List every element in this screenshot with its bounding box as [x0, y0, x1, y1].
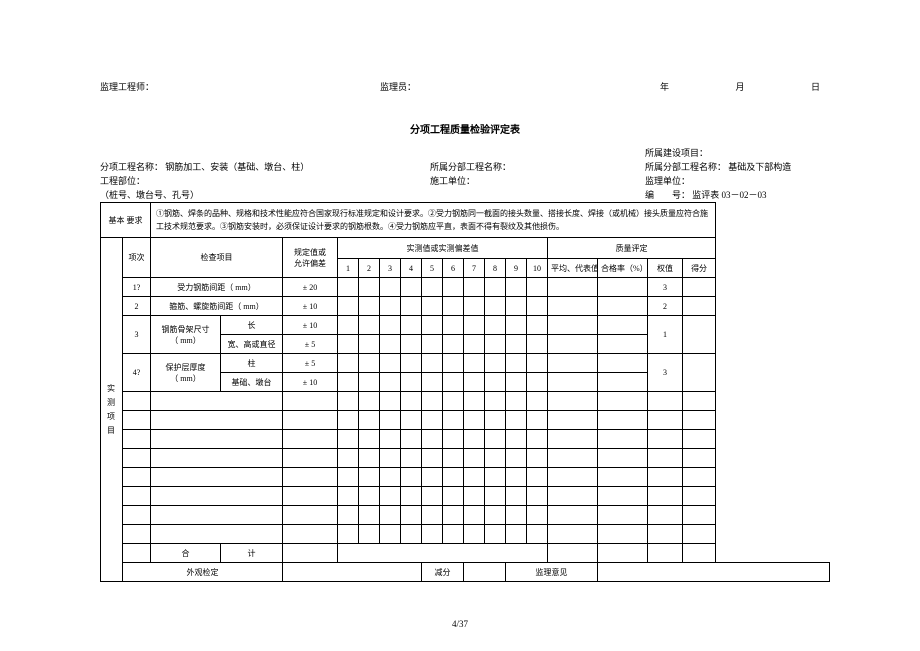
engineer-label: 监理工程师：: [100, 80, 380, 93]
sum-ji: 计: [221, 544, 283, 563]
cell-item: 受力钢筋间距（ mm）: [151, 278, 283, 297]
meta-block: 所属建设项目： 分项工程名称： 钢筋加工、安装（基础、墩台、柱） 所属分部工程名…: [100, 146, 830, 202]
bottom-visual: 外观检定: [123, 563, 283, 582]
part2-label: 所属分部工程名称：: [645, 162, 726, 172]
table-row: 1? 受力钢筋间距（ mm） ± 20 3: [101, 278, 830, 297]
hdr-c3: 3: [380, 259, 401, 278]
code-value: 监评表 03－02－03: [692, 190, 766, 200]
hdr-qual: 质量评定: [548, 238, 716, 259]
cell-idx: 1?: [123, 278, 151, 297]
cell-tol: ± 10: [283, 316, 338, 335]
hdr-avg: 平均、代表值: [548, 259, 598, 278]
hdr-idx: 项次: [123, 238, 151, 278]
table-row: [101, 392, 830, 411]
table-row: [101, 430, 830, 449]
part-label: 所属分部工程名称：: [430, 160, 645, 174]
hdr-c2: 2: [359, 259, 380, 278]
table-row: 3 钢筋骨架尺寸 （ mm） 长 ± 10 1: [101, 316, 830, 335]
table-row: 2 箍筋、螺旋筋间距（ mm） ± 10 2: [101, 297, 830, 316]
sum-he: 合: [151, 544, 221, 563]
table-row: [101, 525, 830, 544]
cell-sub: 基础、墩台: [221, 373, 283, 392]
bottom-deduct: 减分: [422, 563, 464, 582]
cell-sub: 柱: [221, 354, 283, 373]
hdr-c1: 1: [338, 259, 359, 278]
hdr-c5: 5: [422, 259, 443, 278]
hdr-pass: 合格率（%）: [598, 259, 648, 278]
cell-sub: 宽、高或直径: [221, 335, 283, 354]
cell-item: 钢筋骨架尺寸 （ mm）: [151, 316, 221, 354]
cell-wt: 3: [648, 354, 683, 392]
basic-req-label: 基本 要求: [101, 203, 151, 238]
table-row: 4? 保护层厚度 （ mm） 柱 ± 5 3: [101, 354, 830, 373]
owner-label: 所属建设项目：: [645, 146, 830, 160]
sub-name-value: 钢筋加工、安装（基础、墩台、柱）: [165, 162, 309, 172]
cell-tol: ± 5: [283, 354, 338, 373]
hdr-item: 检查项目: [151, 238, 283, 278]
pos-label: 工程部位：: [100, 174, 430, 188]
super-label: 监理单位：: [645, 174, 830, 188]
hdr-c10: 10: [527, 259, 548, 278]
pile-label: （桩号、墩台号、孔号）: [100, 188, 430, 202]
hdr-score: 得分: [683, 259, 716, 278]
cell-tol: ± 20: [283, 278, 338, 297]
table-row: [101, 487, 830, 506]
hdr-c6: 6: [443, 259, 464, 278]
hdr-c7: 7: [464, 259, 485, 278]
hdr-c4: 4: [401, 259, 422, 278]
hdr-c8: 8: [485, 259, 506, 278]
cell-wt: 2: [648, 297, 683, 316]
cell-wt: 1: [648, 316, 683, 354]
cell-tol: ± 10: [283, 297, 338, 316]
header-sign-row: 监理工程师： 监理员： 年 月 日: [100, 80, 830, 93]
cell-sub: 长: [221, 316, 283, 335]
cell-tol: ± 10: [283, 373, 338, 392]
unit-label: 施工单位：: [430, 174, 645, 188]
bottom-row: 外观检定 减分 监理意见: [101, 563, 830, 582]
eval-table: 基本 要求 ①钢筋、焊条的品种、规格和技术性能应符合国家现行标准规定和设计要求。…: [100, 202, 830, 582]
bottom-opinion: 监理意见: [506, 563, 598, 582]
sub-name-label: 分项工程名称：: [100, 162, 163, 172]
basic-req-content: ①钢筋、焊条的品种、规格和技术性能应符合国家现行标准规定和设计要求。②受力钢筋同…: [151, 203, 716, 238]
year-label: 年: [650, 80, 679, 93]
cell-idx: 3: [123, 316, 151, 354]
cell-tol: ± 5: [283, 335, 338, 354]
vlabel: 实 测 项 目: [101, 238, 123, 582]
inspector-label: 监理员：: [380, 80, 650, 93]
table-row: [101, 506, 830, 525]
page-footer: 4/37: [0, 619, 920, 629]
cell-item: 箍筋、螺旋筋间距（ mm）: [151, 297, 283, 316]
hdr-tol: 规定值或 允许偏差: [283, 238, 338, 278]
cell-wt: 3: [648, 278, 683, 297]
month-label: 月: [725, 80, 754, 93]
page-title: 分项工程质量检验评定表: [100, 121, 830, 136]
day-label: 日: [801, 80, 830, 93]
table-row: [101, 468, 830, 487]
hdr-c9: 9: [506, 259, 527, 278]
part2-value: 基础及下部构造: [728, 162, 791, 172]
date-block: 年 月 日: [650, 80, 830, 93]
table-row: [101, 449, 830, 468]
cell-item: 保护层厚度 （ mm）: [151, 354, 221, 392]
sum-row: 合 计: [101, 544, 830, 563]
hdr-meas: 实测值或实测偏差值: [338, 238, 548, 259]
code-label: 编 号：: [645, 190, 690, 200]
cell-idx: 2: [123, 297, 151, 316]
table-row: [101, 411, 830, 430]
hdr-wt: 权值: [648, 259, 683, 278]
cell-idx: 4?: [123, 354, 151, 392]
